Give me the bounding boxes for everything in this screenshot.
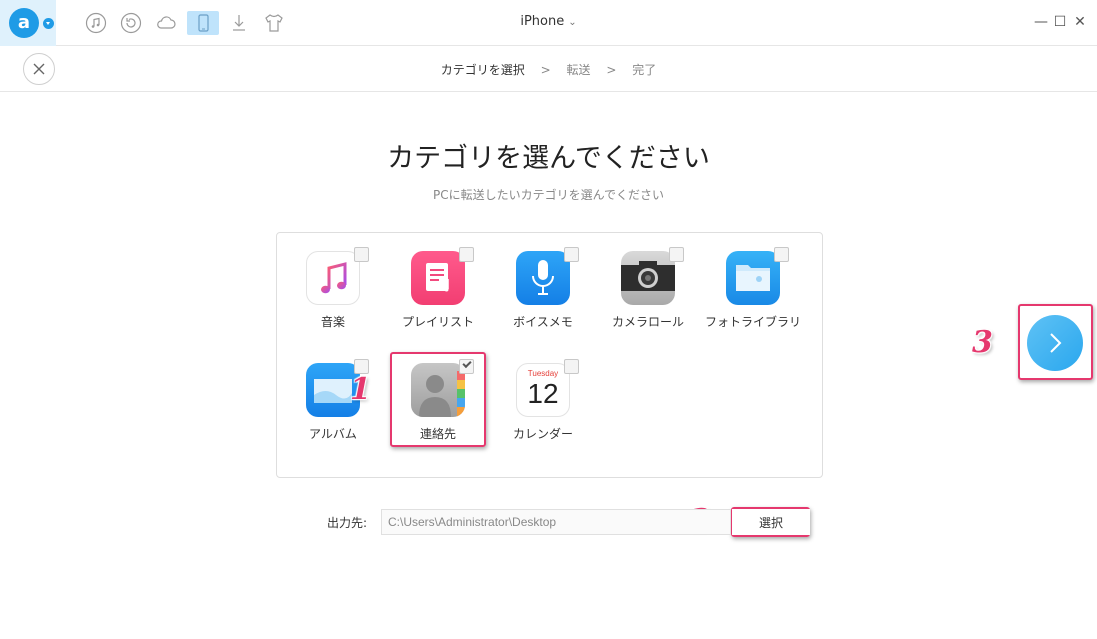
select-folder-button[interactable]: 選択 [732,509,810,535]
page-title: カテゴリを選んでください [387,143,710,174]
category-label: ボイスメモ [513,315,573,329]
chevron-down-icon: ⌄ [568,17,577,28]
checkbox[interactable] [564,359,579,374]
playlist-icon [411,251,465,305]
output-path-field[interactable]: C:\Users\Administrator\Desktop [381,509,731,535]
annotation-mark-1: 1 [350,372,371,407]
calendar-weekday: Tuesday [527,369,559,378]
maximize-button[interactable]: ☐ [1053,14,1067,30]
checkbox[interactable] [354,247,369,262]
category-label: 音楽 [320,315,345,329]
page-subtitle: PCに転送したいカテゴリを選んでください [432,188,665,202]
category-label: カメラロール [611,315,684,329]
category-voice-memo[interactable]: ボイスメモ [496,233,590,333]
step-separator: > [540,63,551,77]
chevron-right-icon [1050,333,1062,353]
category-camera-roll[interactable]: カメラロール [601,233,695,333]
photo-library-icon [726,251,780,305]
voice-memo-icon [516,251,570,305]
step-complete: 完了 [632,63,657,77]
category-panel: 音楽 プレイリスト ボイスメモ カメラロール フォトライブラリ アルバム 連絡先… [276,232,823,478]
breadcrumb: カテゴリを選択 > 転送 > 完了 [0,61,1097,78]
app-window: a iPhone ⌄ — ☐ ✕ カテゴリを選択 > 転送 > 完了 カテゴリを… [0,0,1097,639]
category-label: フォトライブラリ [704,315,801,329]
checkbox[interactable] [564,247,579,262]
category-label: プレイリスト [401,315,474,329]
category-label: カレンダー [512,427,573,441]
highlight-contacts [390,352,486,447]
checkbox[interactable] [459,247,474,262]
step-transfer: 転送 [566,63,591,77]
next-button[interactable] [1027,315,1083,371]
title-bar: a iPhone ⌄ — ☐ ✕ [0,0,1097,46]
step-separator: > [606,63,617,77]
steps-bar: カテゴリを選択 > 転送 > 完了 [0,46,1097,92]
window-close-button[interactable]: ✕ [1073,14,1087,30]
calendar-day: 12 [527,378,559,409]
category-music[interactable]: 音楽 [286,233,380,333]
music-app-icon [306,251,360,305]
category-photo-library[interactable]: フォトライブラリ [705,233,801,333]
annotation-mark-3: 3 [972,325,993,360]
camera-icon [621,251,675,305]
category-playlist[interactable]: プレイリスト [391,233,485,333]
device-name: iPhone [520,14,565,29]
minimize-button[interactable]: — [1034,14,1048,30]
checkbox[interactable] [774,247,789,262]
category-calendar[interactable]: Tuesday 12 カレンダー [496,345,590,445]
category-label: アルバム [309,427,357,441]
output-label: 出力先: [327,516,368,530]
device-selector[interactable]: iPhone ⌄ [0,14,1097,29]
step-select-category: カテゴリを選択 [440,63,525,77]
checkbox[interactable] [669,247,684,262]
calendar-icon: Tuesday 12 [516,363,570,417]
